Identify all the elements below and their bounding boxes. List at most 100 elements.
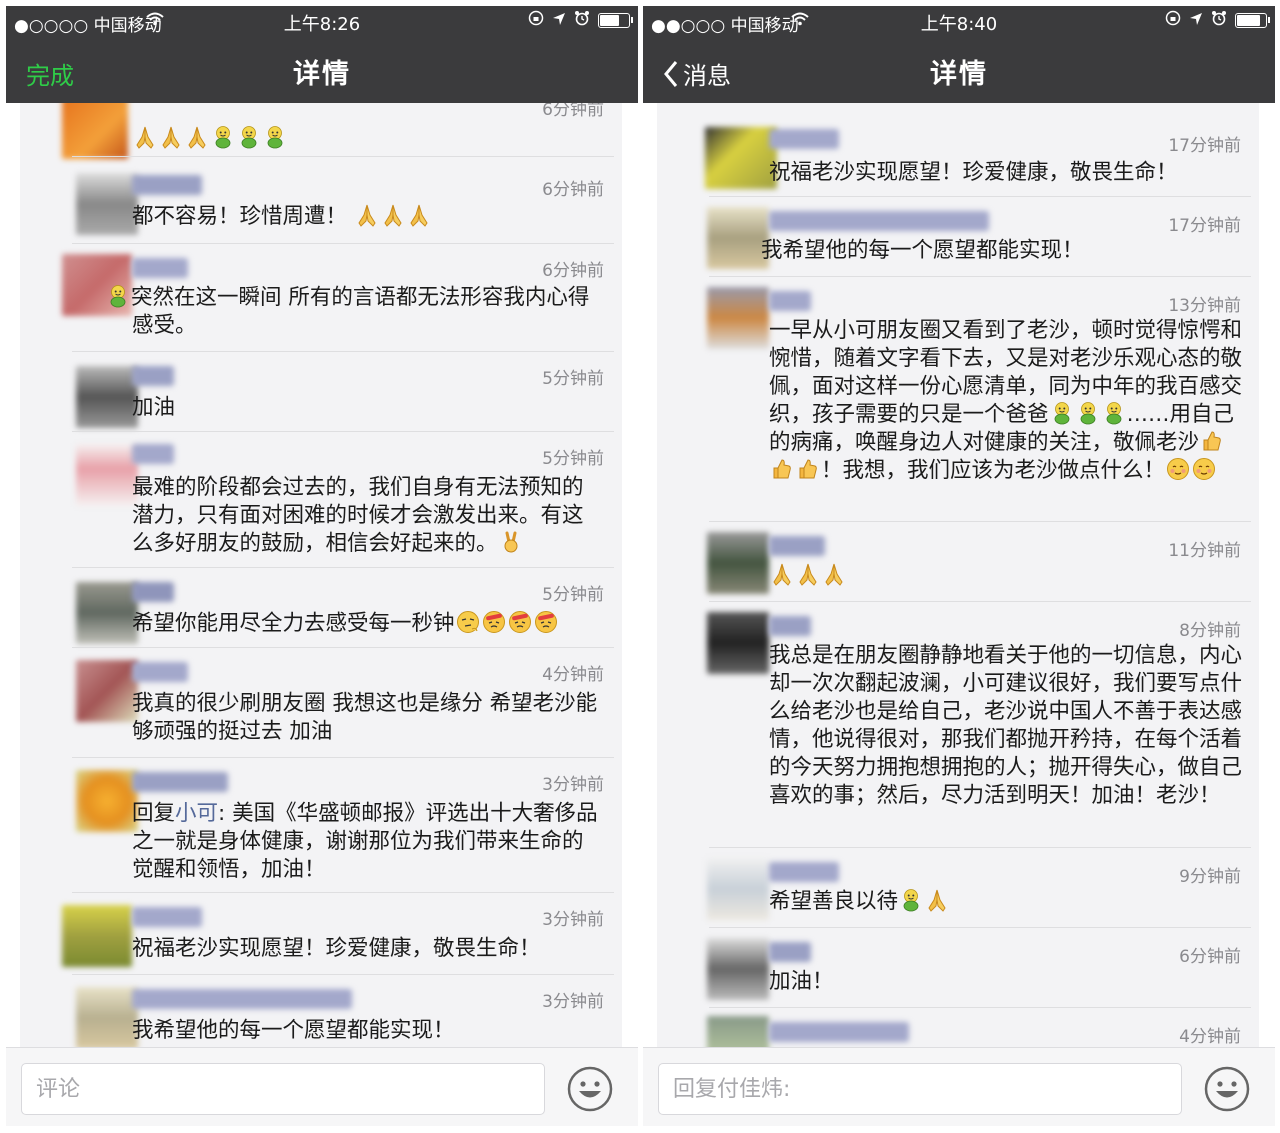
bean-emoji-icon [110,285,126,308]
nav-bar: 消息 详情 [643,38,1275,103]
commenter-name [769,1022,909,1042]
reply-to-link[interactable]: 小可 [175,801,218,826]
avatar [76,173,138,235]
comment-time: 5分钟前 [542,585,604,605]
comment-text: 我真的很少刷朋友圈 我想这也是缘分 希望老沙能够顽强的挺过去 加油 [132,691,598,744]
comment-text: 最难的阶段都会过去的，我们自身有无法预知的潜力，只有面对困难的时候才会激发出来。… [132,475,584,556]
comment-text: 我总是在朋友圈静静地看关于他的一切信息，内心却一次次翻起波澜，小可建议很好，我们… [769,643,1243,808]
comment-text: 一早从小可朋友圈又看到了老沙，顿时觉得惊愕和惋惜，随着文字看下去，又是对老沙乐观… [769,318,1243,483]
comment-input[interactable]: 评论 [21,1063,545,1115]
status-bar: ●●○○○ 中国移动 上午8:40 [643,6,1275,38]
comment-text: 突然在这一瞬间 所有的言语都无法形容我内心得感受。 [110,284,604,340]
avatar [705,127,777,189]
pray-icon [928,889,946,912]
comment-item: 17分钟前 祝福老沙实现愿望！珍爱健康，敬畏生命！ [657,115,1259,197]
comment-time: 3分钟前 [542,775,604,795]
comment-time: 4分钟前 [1179,1027,1241,1047]
comment-item: 11分钟前 [657,522,1259,602]
left-phone-screen: ●○○○○ 中国移动 上午8:26 完成 详情 6分钟前 6分钟前 都不容易！珍… [6,6,638,1126]
avatar [707,612,769,674]
bean-emoji-icon [1106,402,1122,425]
pray-icon [825,563,843,586]
comment-time: 11分钟前 [1168,541,1241,561]
right-phone-screen: ●●○○○ 中国移动 上午8:40 消息 详情 17分钟前 祝福老沙实现愿望！珍… [643,6,1275,1126]
pray-icon [162,126,180,149]
pray-icon [384,204,402,227]
blush-face-icon [1166,457,1190,481]
comment-time: 5分钟前 [542,369,604,389]
commenter-name [132,772,228,792]
reply-input[interactable]: 回复付佳炜: [658,1063,1182,1115]
comment-item: 8分钟前 我总是在朋友圈静静地看关于他的一切信息，内心却一次次翻起波澜，小可建议… [657,602,1259,848]
avatar [707,1016,769,1048]
page-title: 详情 [930,59,988,90]
avatar [76,987,138,1048]
comment-time: 6分钟前 [542,103,604,120]
commenter-name [132,989,352,1009]
comment-text: 我希望他的每一个愿望都能实现！ [132,1018,455,1043]
bean-emoji-icon [267,126,283,149]
alarm-icon [574,10,590,31]
injured-face-icon [482,610,505,634]
avatar [62,103,128,159]
commenter-name [769,862,839,882]
victory-hand-icon [503,531,519,554]
blush-face-icon [1192,457,1216,481]
commenter-name [769,616,811,636]
comment-text: 都不容易！珍惜周遭！ [132,203,604,231]
comment-time: 6分钟前 [1179,947,1241,967]
pray-icon [188,126,206,149]
comment-text: 希望你能用尽全力去感受每一秒钟 [132,610,604,638]
bean-emoji-icon [1080,402,1096,425]
comment-time: 9分钟前 [1179,867,1241,887]
location-icon [1189,11,1203,31]
avatar [707,532,769,594]
avatar [707,207,769,269]
comment-item: 13分钟前 一早从小可朋友圈又看到了老沙，顿时觉得惊愕和惋惜，随着文字看下去，又… [657,277,1259,522]
location-icon [552,11,566,31]
reply-input-bar: 回复付佳炜: [643,1047,1275,1126]
comment-time: 5分钟前 [542,449,604,469]
comment-time: 17分钟前 [1168,216,1241,236]
avatar [707,858,769,920]
comment-list[interactable]: 17分钟前 祝福老沙实现愿望！珍爱健康，敬畏生命！ 17分钟前 我希望他的每一个… [657,103,1259,1048]
pray-icon [358,204,376,227]
commenter-name [769,211,989,231]
bean-emoji-icon [1054,402,1070,425]
avatar [76,366,138,428]
comment-text: 加油 [132,395,176,420]
commenter-name [132,175,202,195]
comment-item: 6分钟前 [20,103,622,159]
commenter-name [132,258,188,278]
commenter-name [132,366,174,386]
comment-time: 8分钟前 [1179,621,1241,641]
comment-item: 6分钟前 加油！ [657,928,1259,1008]
comment-text: 希望善良以待 [769,888,1243,916]
nav-bar: 完成 详情 [6,38,638,103]
bean-emoji-icon [215,126,231,149]
thumbs-up-icon [799,459,817,479]
pray-icon [410,204,428,227]
thinking-face-icon [456,610,479,634]
comment-text: 祝福老沙实现愿望！珍爱健康，敬畏生命！ [132,936,541,961]
rotation-lock-icon [528,10,544,31]
commenter-name [132,582,174,602]
avatar [62,905,132,967]
comment-time: 3分钟前 [542,910,604,930]
commenter-name [132,907,202,927]
avatar [76,770,138,832]
avatar [707,287,769,349]
avatar [76,660,138,722]
comment-list[interactable]: 6分钟前 6分钟前 都不容易！珍惜周遭！ 6分钟前 突然在这一瞬间 所有的言语都… [20,103,622,1048]
comment-item: 5分钟前 希望你能用尽全力去感受每一秒钟 [20,568,622,648]
comment-item: 17分钟前 我希望他的每一个愿望都能实现！ [657,197,1259,277]
emoji-button-icon[interactable] [567,1066,613,1112]
emoji-button-icon[interactable] [1204,1066,1250,1112]
comment-item: 5分钟前 最难的阶段都会过去的，我们自身有无法预知的潜力，只有面对困难的时候才会… [20,432,622,568]
comment-item: 3分钟前 祝福老沙实现愿望！珍爱健康，敬畏生命！ [20,893,622,975]
comment-item: 4分钟前 我真的很少刷朋友圈 我想这也是缘分 希望老沙能够顽强的挺过去 加油 [20,648,622,758]
comment-time: 3分钟前 [542,992,604,1012]
battery-icon [1235,13,1270,28]
injured-face-icon [534,610,557,634]
pray-icon [136,126,154,149]
